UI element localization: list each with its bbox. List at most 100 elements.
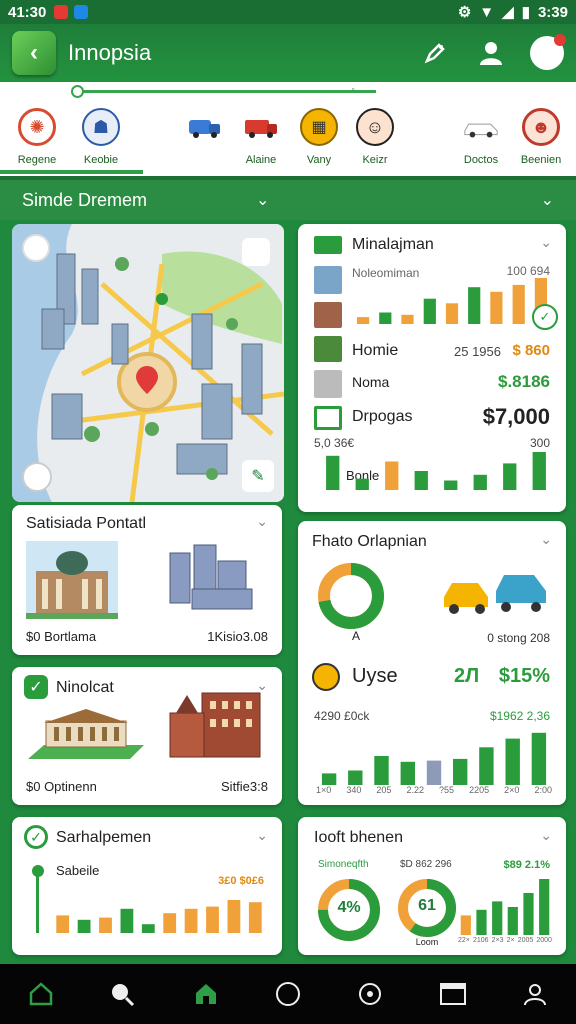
- app-notification-icon: [74, 5, 89, 19]
- chart-bar: [374, 756, 389, 785]
- map-layers-button[interactable]: [242, 238, 270, 266]
- truck-icon: [186, 108, 224, 146]
- window-icon: [439, 983, 466, 1005]
- profile-icon: [523, 984, 546, 1006]
- edit-pen-icon[interactable]: [418, 36, 452, 70]
- chart-bar: [385, 461, 399, 490]
- chart-bar: [206, 906, 219, 933]
- chevron-down-icon[interactable]: ⌄: [540, 234, 552, 251]
- sarhal-bar-chart: [56, 900, 262, 933]
- edit-icon[interactable]: ✎: [242, 460, 274, 492]
- category-item-regene[interactable]: ✺ Regene: [2, 108, 72, 166]
- chevron-down-icon[interactable]: ⌄: [256, 190, 269, 210]
- x-axis-labels: 1×0 340 205 2.22 ?55 2205 2×0 2:00: [316, 785, 552, 795]
- chart-bar: [401, 314, 414, 324]
- x-axis-labels: 22× 2106 2×3 2× 2005 2000: [458, 937, 552, 944]
- sarhal-card: ✓ Sarhalpemen ⌄ Sabeile 3£0 $0£6: [12, 817, 282, 955]
- tick-label: 2005: [517, 937, 534, 944]
- chevron-down-icon[interactable]: ⌄: [256, 827, 268, 844]
- chart-bar: [99, 917, 112, 933]
- status-right-time: 3:39: [537, 3, 568, 21]
- ninolcat-card: ✓ Ninolcat ⌄ $0 Optinenn Sitfie3:8: [12, 667, 282, 805]
- tick-label: 205: [376, 785, 392, 795]
- category-item-keobie[interactable]: ☗ Keobie: [66, 108, 136, 166]
- user-location-avatar[interactable]: [22, 234, 50, 262]
- chart-bar: [512, 284, 525, 324]
- battery-icon: ▮: [521, 4, 530, 21]
- bottom-navigation: [0, 964, 576, 1024]
- chart-bar: [476, 909, 487, 935]
- progress-donut: [318, 563, 384, 629]
- category-item-keizr[interactable]: ☺ Keizr: [340, 108, 410, 166]
- building-icon: [314, 302, 342, 328]
- tick-label: 340: [346, 785, 362, 795]
- status-time: 41:30: [8, 3, 47, 21]
- chart-bar: [490, 291, 503, 324]
- tick-label: 2×3: [491, 937, 504, 944]
- bottom-bar-chart: [326, 452, 546, 490]
- slider-knob[interactable]: [71, 85, 84, 98]
- tick-label: 22×: [458, 937, 470, 944]
- tick-label: 1×0: [316, 785, 332, 795]
- chart-bar: [503, 463, 517, 490]
- portal-card: Satisiada Pontatl ⌄ $0 Bortlama 1Kisio3.…: [12, 505, 282, 655]
- category-strip: ••°• ✺ Regene ☗ Keobie Alaine ▦ Vany ☺ K…: [0, 82, 576, 176]
- brick-building-image: [169, 692, 261, 758]
- chart-bar: [379, 312, 392, 324]
- chart-bar: [56, 915, 70, 933]
- chart-bar: [532, 452, 546, 490]
- driver-avatar[interactable]: [22, 462, 52, 492]
- app-title: Innopsia: [68, 40, 152, 65]
- target-icon: [359, 983, 382, 1005]
- chevron-down-icon[interactable]: ⌄: [541, 190, 554, 210]
- chart-bar: [321, 773, 337, 785]
- chart-bar: [400, 761, 415, 785]
- chart-bar: [227, 900, 241, 933]
- chart-bar: [326, 455, 340, 490]
- app-logo-icon[interactable]: ‹: [12, 31, 56, 75]
- city-home-icon: [195, 984, 216, 1004]
- check-icon[interactable]: ✓: [532, 304, 558, 330]
- chart-bar: [426, 760, 442, 785]
- chevron-down-icon[interactable]: ⌄: [256, 513, 268, 530]
- profile-avatar[interactable]: [530, 34, 566, 70]
- tick-label: 2×0: [504, 785, 520, 795]
- chevron-down-icon[interactable]: ⌄: [540, 531, 552, 548]
- category-item-beenien[interactable]: ☻ Beenien: [506, 108, 576, 166]
- chart-bar: [507, 907, 518, 935]
- signal-icon: ◢: [502, 4, 514, 21]
- status-bar: 41:30 ⚙ ▼ ◢ ▮ 3:39: [0, 0, 576, 24]
- nav-profile[interactable]: [511, 970, 559, 1018]
- chart-bar: [479, 747, 494, 785]
- tick-label: ?55: [439, 785, 455, 795]
- car-icon: [462, 108, 500, 146]
- settings-icon: ⚙: [457, 4, 472, 21]
- nav-window[interactable]: [429, 970, 477, 1018]
- wifi-icon: ▼: [479, 3, 495, 21]
- nav-target[interactable]: [346, 970, 394, 1018]
- museum-image: [26, 541, 118, 619]
- chevron-down-icon[interactable]: ⌄: [540, 827, 552, 844]
- church-icon: [314, 370, 342, 398]
- category-slider[interactable]: [71, 85, 376, 98]
- city-map[interactable]: ✎: [12, 224, 284, 502]
- nav-city[interactable]: [182, 970, 230, 1018]
- chart-bar: [357, 317, 370, 324]
- circle-icon: [275, 982, 300, 1006]
- photo-card: Fhato Orlapnian ⌄ A 0 stong 208 Uyse 2Л …: [298, 521, 566, 805]
- building-icon: [314, 236, 342, 254]
- section-dropdown[interactable]: Simde Dremem ⌄ ⌄: [0, 176, 576, 220]
- notification-icon: [54, 5, 69, 19]
- loot-bar-chart: [460, 879, 550, 935]
- management-card: Minalajman ⌄ Noleomiman 100 694 ✓ Homie …: [298, 224, 566, 512]
- nav-circle[interactable]: [264, 970, 312, 1018]
- nav-search[interactable]: [99, 970, 147, 1018]
- compass-icon: ✺: [18, 108, 56, 146]
- check-icon: ✓: [24, 675, 48, 699]
- nav-home[interactable]: [17, 970, 65, 1018]
- user-icon[interactable]: [474, 36, 508, 70]
- tick-label: 2:00: [534, 785, 552, 795]
- chart-bar: [120, 908, 134, 933]
- face-icon: ☺: [356, 108, 394, 146]
- chart-bar: [523, 893, 534, 935]
